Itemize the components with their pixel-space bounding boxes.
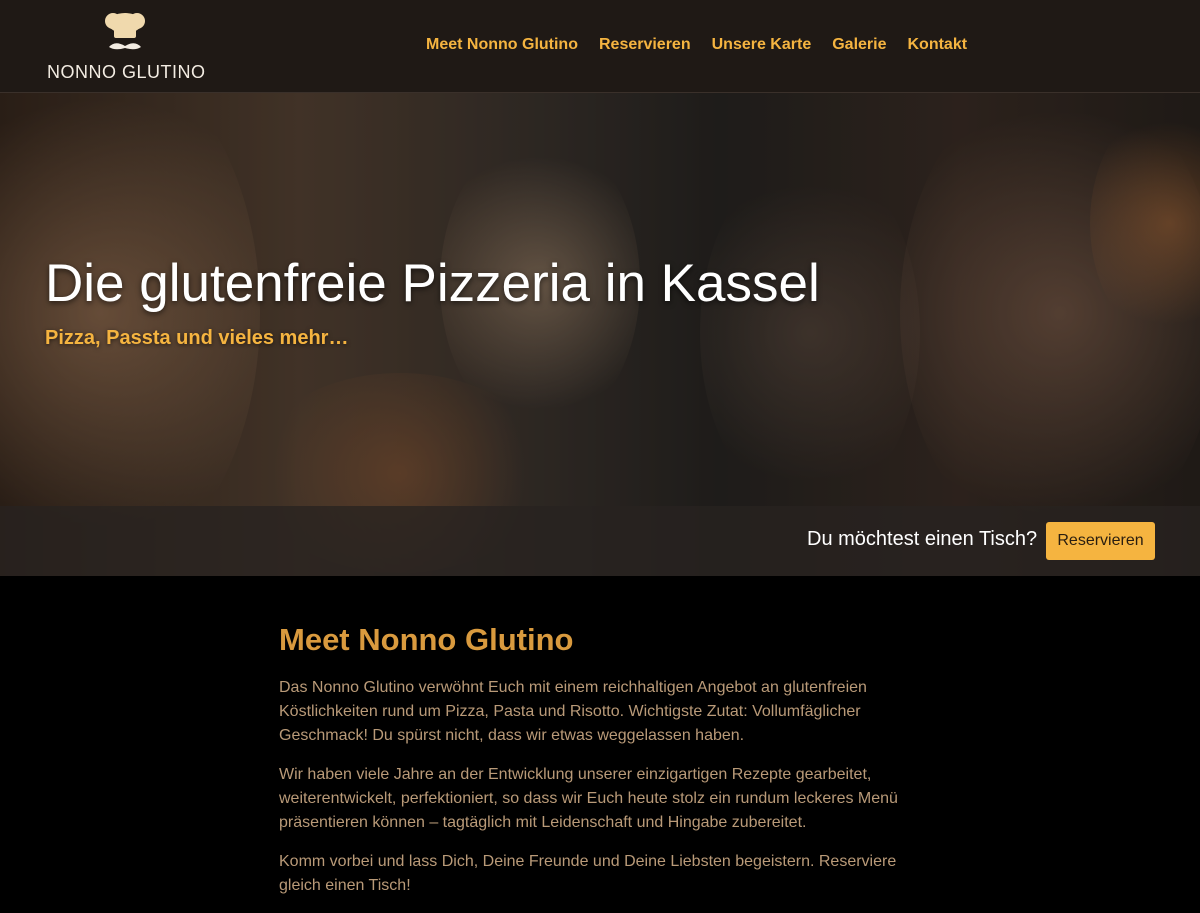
nav-item-unsere-karte[interactable]: Unsere Karte	[712, 36, 812, 54]
intro-paragraph: Komm vorbei und lass Dich, Deine Freunde…	[279, 853, 897, 894]
hero-title: Die glutenfreie Pizzeria in Kassel	[45, 254, 820, 313]
section-heading: Meet Nonno Glutino	[279, 622, 574, 657]
nav-item-galerie[interactable]: Galerie	[832, 36, 886, 54]
intro-paragraph: Wir haben viele Jahre an der Entwicklung…	[279, 766, 898, 831]
nav-item-meet-nonno-glutino[interactable]: Meet Nonno Glutino	[426, 36, 578, 54]
reserve-button[interactable]: Reservieren	[1046, 522, 1155, 560]
intro-section: Meet Nonno Glutino Das Nonno Glutino ver…	[279, 622, 909, 913]
nav-item-reservieren[interactable]: Reservieren	[599, 36, 691, 54]
logo[interactable]: NONNO GLUTINO	[47, 10, 207, 82]
site-header: NONNO GLUTINO Meet Nonno Glutino Reservi…	[0, 0, 1200, 93]
hero-section: Die glutenfreie Pizzeria in Kassel Pizza…	[0, 93, 1200, 576]
reservation-bar: Du möchtest einen Tisch? Reservieren	[0, 506, 1200, 576]
hero-subtitle: Pizza, Passta und vieles mehr…	[45, 327, 349, 349]
main-nav: Meet Nonno Glutino Reservieren Unsere Ka…	[426, 36, 967, 54]
reservation-prompt: Du möchtest einen Tisch?	[807, 528, 1038, 550]
chef-hat-mustache-icon	[105, 13, 145, 50]
logo-text: NONNO GLUTINO	[47, 62, 206, 82]
nav-item-kontakt[interactable]: Kontakt	[907, 36, 967, 54]
intro-paragraph: Das Nonno Glutino verwöhnt Euch mit eine…	[279, 679, 867, 744]
